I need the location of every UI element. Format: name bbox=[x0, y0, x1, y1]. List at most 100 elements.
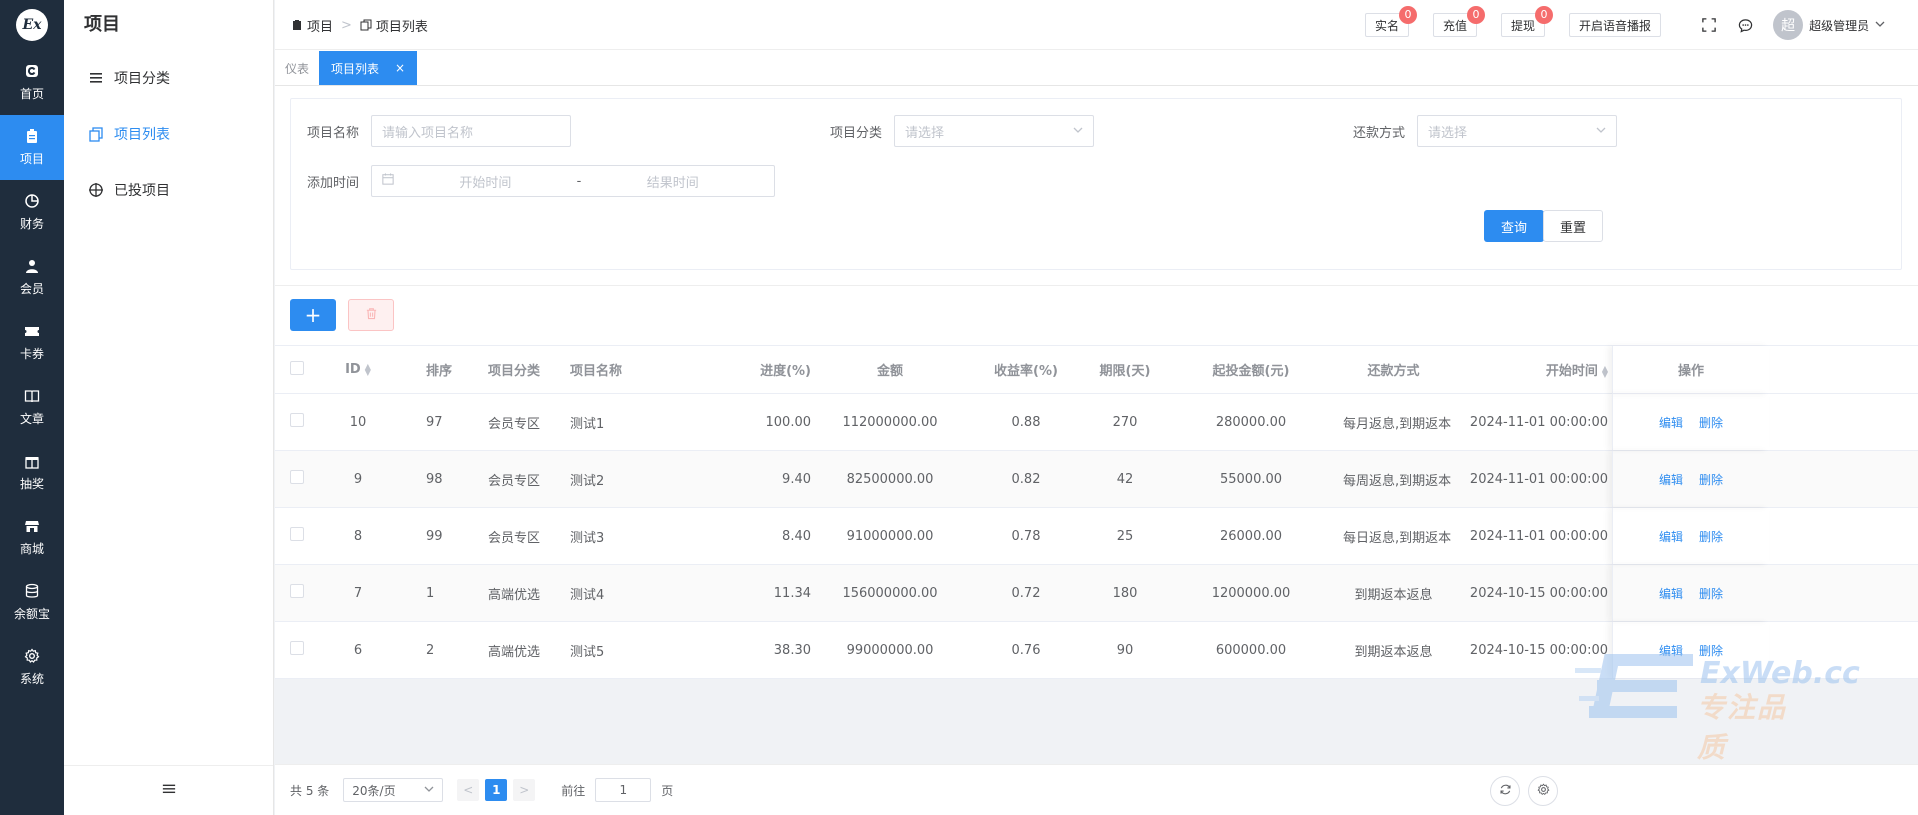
withdraw-button[interactable]: 提现 0 bbox=[1501, 6, 1554, 37]
voice-broadcast-button[interactable]: 开启语音播报 bbox=[1569, 13, 1662, 37]
cell-sort: 2 bbox=[426, 642, 435, 658]
project-name-input[interactable]: 请输入项目名称 bbox=[371, 115, 572, 147]
add-time-range-picker[interactable]: 开始时间 - 结果时间 bbox=[371, 165, 776, 197]
withdraw-label: 提现 bbox=[1511, 18, 1536, 33]
query-button[interactable]: 查询 bbox=[1484, 210, 1544, 242]
cell-repay: 到期返本返息 bbox=[1354, 587, 1433, 603]
rail-item-home[interactable]: 首页 bbox=[0, 50, 64, 115]
field-project-category: 项目分类 请选择 bbox=[830, 115, 1095, 147]
batch-delete-button[interactable] bbox=[348, 299, 394, 331]
rail-label: 系统 bbox=[19, 672, 44, 686]
rail-item-member[interactable]: 会员 bbox=[0, 245, 64, 310]
rail-label: 首页 bbox=[19, 87, 44, 101]
cell-progress: 100.00 bbox=[765, 414, 812, 430]
col-id[interactable]: ID ▲ ▼ bbox=[314, 362, 402, 377]
rail-item-lottery[interactable]: 抽奖 bbox=[0, 440, 64, 505]
delete-link[interactable]: 删除 bbox=[1699, 471, 1723, 488]
end-time-input[interactable]: 结果时间 bbox=[581, 172, 764, 191]
page-size-value: 20条/页 bbox=[352, 783, 396, 798]
rail-item-project[interactable]: 项目 bbox=[0, 115, 64, 180]
col-start-time[interactable]: 开始时间 ▲ ▼ bbox=[1448, 360, 1612, 379]
tab-dashboard[interactable]: 仪表 bbox=[275, 51, 319, 85]
add-time-label: 添加时间 bbox=[307, 175, 360, 191]
start-time-input[interactable]: 开始时间 bbox=[394, 172, 577, 191]
row-checkbox[interactable] bbox=[275, 413, 314, 431]
page-size-select[interactable]: 20条/页 bbox=[343, 778, 444, 802]
table-settings-button[interactable] bbox=[1528, 776, 1558, 806]
delete-link[interactable]: 删除 bbox=[1699, 414, 1723, 431]
cell-name: 测试5 bbox=[570, 644, 605, 660]
cell-name: 测试4 bbox=[570, 587, 605, 603]
row-checkbox[interactable] bbox=[275, 470, 314, 488]
rail-item-finance[interactable]: 财务 bbox=[0, 180, 64, 245]
select-all-checkbox[interactable] bbox=[275, 360, 314, 379]
verify-badge: 0 bbox=[1399, 6, 1418, 24]
cell-amount: 156000000.00 bbox=[842, 585, 938, 601]
cell-rate: 0.82 bbox=[1011, 471, 1041, 487]
add-project-button[interactable]: + bbox=[290, 299, 336, 331]
edit-link[interactable]: 编辑 bbox=[1659, 414, 1683, 431]
col-min-amount: 起投金额(元) bbox=[1212, 364, 1290, 379]
edit-link[interactable]: 编辑 bbox=[1659, 585, 1683, 602]
reset-button[interactable]: 重置 bbox=[1543, 210, 1603, 242]
ticket-icon bbox=[24, 323, 40, 339]
recharge-button[interactable]: 充值 0 bbox=[1433, 6, 1486, 37]
avatar: 超 bbox=[1773, 10, 1804, 40]
project-table: ID ▲ ▼ 排序 项目分类 项目名称 进度(%) 金额 收益率(%) 期限(天) … bbox=[275, 345, 1918, 679]
rail-item-mall[interactable]: 商城 bbox=[0, 505, 64, 570]
rail-label: 余额宝 bbox=[13, 607, 50, 621]
app-logo[interactable]: Ex bbox=[0, 0, 64, 50]
user-menu[interactable]: 超 超级管理员 bbox=[1773, 10, 1885, 40]
main-nav-rail: Ex 首页 项目 财务 会员 卡券 文章 抽奖 商城 余额宝 系统 bbox=[0, 0, 64, 815]
goto-suffix: 页 bbox=[661, 783, 674, 798]
submenu-item-list[interactable]: 项目列表 bbox=[64, 106, 273, 162]
cell-min-amount: 26000.00 bbox=[1219, 528, 1283, 544]
collapse-menu-button[interactable] bbox=[64, 765, 273, 815]
delete-link[interactable]: 删除 bbox=[1699, 528, 1723, 545]
sort-caret-icon[interactable]: ▲ ▼ bbox=[1602, 364, 1608, 378]
cell-rate: 0.88 bbox=[1011, 414, 1041, 430]
verify-button[interactable]: 实名 0 bbox=[1365, 6, 1418, 37]
delete-link[interactable]: 删除 bbox=[1699, 585, 1723, 602]
row-actions: 编辑 删除 bbox=[1612, 508, 1769, 564]
rail-item-system[interactable]: 系统 bbox=[0, 635, 64, 700]
cell-sort: 98 bbox=[426, 471, 443, 487]
repay-method-select[interactable]: 请选择 bbox=[1417, 115, 1618, 147]
edit-link[interactable]: 编辑 bbox=[1659, 528, 1683, 545]
search-form: 项目名称 请输入项目名称 项目分类 请选择 还款方式 请选择 添加时间 开始时间 bbox=[290, 98, 1902, 270]
col-start-time-label: 开始时间 bbox=[1545, 364, 1598, 379]
row-checkbox[interactable] bbox=[275, 527, 314, 545]
trash-icon bbox=[365, 307, 378, 324]
top-header: 项目 > 项目列表 实名 0 充值 0 提现 0 开启语音播报 超 超级管理员 bbox=[275, 0, 1918, 50]
project-category-select[interactable]: 请选择 bbox=[894, 115, 1095, 147]
fullscreen-icon[interactable] bbox=[1701, 17, 1717, 33]
row-checkbox[interactable] bbox=[275, 641, 314, 659]
cell-amount: 99000000.00 bbox=[846, 642, 934, 658]
logo-mark: Ex bbox=[16, 9, 48, 41]
rail-item-balance[interactable]: 余额宝 bbox=[0, 570, 64, 635]
repay-method-label: 还款方式 bbox=[1353, 125, 1406, 141]
page-number-1[interactable]: 1 bbox=[485, 779, 508, 801]
col-id-label: ID bbox=[345, 362, 361, 377]
breadcrumb-item[interactable]: 项目 bbox=[307, 16, 333, 35]
row-checkbox[interactable] bbox=[275, 584, 314, 602]
tab-project-list[interactable]: 项目列表 × bbox=[319, 51, 418, 85]
prev-page-button[interactable]: < bbox=[457, 779, 480, 801]
cell-name: 测试1 bbox=[570, 416, 605, 432]
tab-label: 仪表 bbox=[285, 61, 310, 76]
goto-page-input[interactable]: 1 bbox=[595, 778, 652, 802]
rail-label: 文章 bbox=[19, 412, 44, 426]
message-icon[interactable] bbox=[1737, 17, 1753, 33]
rail-item-coupon[interactable]: 卡券 bbox=[0, 310, 64, 375]
rail-label: 会员 bbox=[19, 282, 44, 296]
submenu-item-invested[interactable]: 已投项目 bbox=[64, 162, 273, 218]
rail-item-article[interactable]: 文章 bbox=[0, 375, 64, 440]
submenu-item-category[interactable]: 项目分类 bbox=[64, 50, 273, 106]
edit-link[interactable]: 编辑 bbox=[1659, 471, 1683, 488]
next-page-button[interactable]: > bbox=[513, 779, 536, 801]
clipboard-icon bbox=[291, 19, 303, 31]
close-icon[interactable]: × bbox=[395, 61, 405, 75]
sort-caret-icon[interactable]: ▲ ▼ bbox=[365, 362, 371, 376]
clipboard-icon bbox=[24, 128, 40, 144]
refresh-button[interactable] bbox=[1490, 776, 1520, 806]
